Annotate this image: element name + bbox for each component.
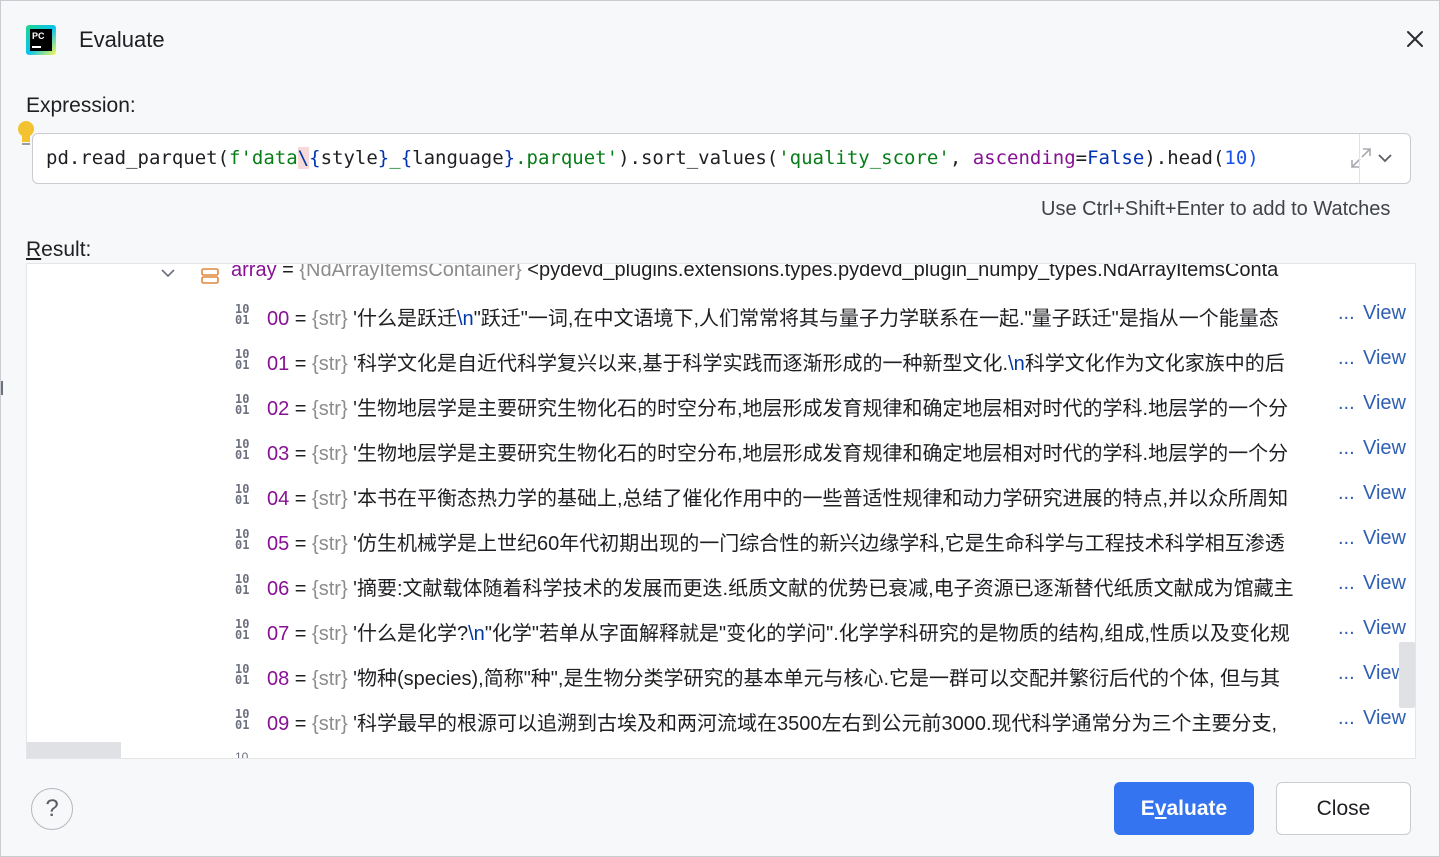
horizontal-scrollbar[interactable]	[27, 742, 121, 758]
ellipsis: ...	[1338, 392, 1355, 414]
result-label: Result:	[26, 238, 92, 261]
result-tree[interactable]: array = {NdArrayItemsContainer} <pydevd_…	[26, 263, 1416, 759]
svg-text:PC: PC	[32, 31, 45, 41]
evaluate-button[interactable]: Evaluate	[1114, 782, 1254, 835]
binary-icon: 10 01	[235, 347, 250, 372]
ellipsis: ...	[1338, 302, 1355, 324]
ellipsis: ...	[1338, 527, 1355, 549]
close-icon[interactable]	[1401, 25, 1429, 53]
view-link[interactable]: View	[1363, 707, 1406, 730]
binary-icon: 10 01	[235, 437, 250, 462]
view-link[interactable]: View	[1363, 302, 1406, 325]
dialog-title: Evaluate	[79, 27, 165, 52]
view-link[interactable]: View	[1363, 392, 1406, 415]
expression-history-button[interactable]	[1360, 134, 1410, 183]
list-item[interactable]: 10 01 08 = {str} '物种(species),简称"种",是生物分类…	[27, 654, 1415, 699]
close-button[interactable]: Close	[1276, 782, 1411, 835]
title-bar: PC Evaluate	[1, 1, 1439, 79]
ellipsis: ...	[1338, 347, 1355, 369]
list-item[interactable]: 10 01 04 = {str} '本书在平衡态热力学的基础上,总结了催化作用中的…	[27, 474, 1415, 519]
binary-icon: 10 01	[235, 527, 250, 552]
item-text: 09 = {str} '科学最早的根源可以追溯到古埃及和两河流域在3500左右到…	[267, 713, 1278, 735]
binary-icon: 10 01	[235, 707, 250, 732]
list-item[interactable]: 10 01 07 = {str} '什么是化学?\n"化学"若单从字面解释就是"变…	[27, 609, 1415, 654]
help-button[interactable]: ?	[31, 788, 73, 830]
tree-root-label: array = {NdArrayItemsContainer} <pydevd_…	[231, 263, 1279, 281]
item-text: 03 = {str} '生物地层学是主要研究生物化石的时空分布,地层形成发育规律…	[267, 443, 1289, 465]
ellipsis: ...	[1338, 707, 1355, 729]
expression-editor[interactable]: pd.read_parquet(f'data\{style}_{language…	[32, 133, 1411, 184]
evaluate-dialog: PC Evaluate Expression: pd.read_parquet(…	[0, 0, 1440, 857]
list-item[interactable]: 10 01 00 = {str} '什么是跃迁\n"跃迁"一词,在中文语境下,人们…	[27, 294, 1415, 339]
item-text: 01 = {str} '科学文化是自近代科学复兴以来,基于科学实践而逐渐形成的一…	[267, 353, 1285, 375]
ellipsis: ...	[1338, 617, 1355, 639]
item-text: 06 = {str} '摘要:文献载体随着科学技术的发展而更迭.纸质文献的优势已…	[267, 578, 1294, 600]
watches-hint: Use Ctrl+Shift+Enter to add to Watches	[1041, 198, 1391, 220]
expression-label: Expression:	[26, 94, 136, 117]
item-text: 05 = {str} '仿生机械学是上世纪60年代初期出现的一门综合性的新兴边缘…	[267, 533, 1285, 555]
tree-root-row[interactable]: array = {NdArrayItemsContainer} <pydevd_…	[27, 263, 1415, 284]
chevron-down-icon	[1378, 154, 1392, 163]
list-item[interactable]: 10 01 05 = {str} '仿生机械学是上世纪60年代初期出现的一门综合性…	[27, 519, 1415, 564]
view-link[interactable]: View	[1363, 347, 1406, 370]
item-text: 08 = {str} '物种(species),简称"种",是生物分类学研究的基…	[267, 668, 1281, 690]
pycharm-logo-icon: PC	[26, 25, 56, 55]
binary-icon: 10 01	[235, 392, 250, 417]
item-text: 04 = {str} '本书在平衡态热力学的基础上,总结了催化作用中的一些普适性…	[267, 488, 1289, 510]
list-item[interactable]: 10 01 02 = {str} '生物地层学是主要研究生物化石的时空分布,地层形…	[27, 384, 1415, 429]
list-item[interactable]: 10 01 03 = {str} '生物地层学是主要研究生物化石的时空分布,地层形…	[27, 429, 1415, 474]
binary-icon: 10	[235, 750, 249, 759]
list-item[interactable]: 10 01 06 = {str} '摘要:文献载体随着科学技术的发展而更迭.纸质文…	[27, 564, 1415, 609]
binary-icon: 10 01	[235, 617, 250, 642]
binary-icon: 10 01	[235, 482, 250, 507]
ellipsis: ...	[1338, 437, 1355, 459]
list-item[interactable]: 10 01 09 = {str} '科学最早的根源可以追溯到古埃及和两河流域在35…	[27, 699, 1415, 744]
list-item[interactable]: 10 01 01 = {str} '科学文化是自近代科学复兴以来,基于科学实践而逐…	[27, 339, 1415, 384]
binary-icon: 10 01	[235, 572, 250, 597]
view-link[interactable]: View	[1363, 617, 1406, 640]
binary-icon: 10 01	[235, 662, 250, 687]
expression-code[interactable]: pd.read_parquet(f'data\{style}_{language…	[46, 147, 1308, 169]
item-text: 07 = {str} '什么是化学?\n"化学"若单从字面解释就是"变化的学问"…	[267, 623, 1290, 645]
resize-handle[interactable]	[1, 381, 3, 395]
chevron-down-icon[interactable]	[161, 268, 175, 278]
view-link[interactable]: View	[1363, 572, 1406, 595]
ellipsis: ...	[1338, 572, 1355, 594]
ellipsis: ...	[1338, 482, 1355, 504]
item-text: 02 = {str} '生物地层学是主要研究生物化石的时空分布,地层形成发育规律…	[267, 398, 1289, 420]
view-link[interactable]: View	[1363, 527, 1406, 550]
vertical-scrollbar[interactable]	[1399, 642, 1415, 708]
ellipsis: ...	[1338, 662, 1355, 684]
binary-icon: 10 01	[235, 302, 250, 327]
view-link[interactable]: View	[1363, 437, 1406, 460]
item-text: 00 = {str} '什么是跃迁\n"跃迁"一词,在中文语境下,人们常常将其与…	[267, 308, 1279, 330]
view-link[interactable]: View	[1363, 482, 1406, 505]
stack-icon	[201, 268, 219, 284]
